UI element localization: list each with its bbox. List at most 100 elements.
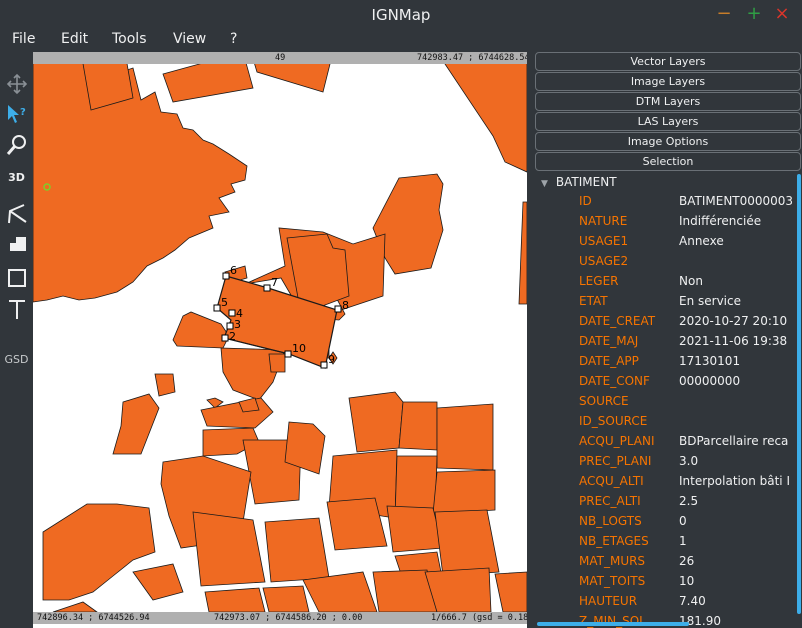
- layer-tree-node[interactable]: ▼ BATIMENT: [541, 175, 617, 189]
- vertex-handle[interactable]: [221, 334, 229, 342]
- attribute-row[interactable]: ETAT En service: [533, 291, 802, 311]
- attribute-row[interactable]: USAGE2: [533, 251, 802, 271]
- attribute-key: ETAT: [579, 294, 608, 308]
- attribute-row[interactable]: USAGE1 Annexe: [533, 231, 802, 251]
- building-polygon[interactable]: [192, 511, 266, 587]
- attribute-key: ID_SOURCE: [579, 414, 648, 428]
- attribute-key: ACQU_PLANI: [579, 434, 655, 448]
- image-options-button[interactable]: Image Options: [535, 132, 801, 151]
- map-canvas[interactable]: 2345678910: [33, 52, 527, 628]
- building-polygon[interactable]: [262, 585, 310, 613]
- vertex-label: 9: [328, 353, 335, 366]
- vertex-handle[interactable]: [226, 322, 234, 330]
- vector-layers-button[interactable]: Vector Layers: [535, 52, 801, 71]
- building-polygon[interactable]: [112, 393, 160, 455]
- building-polygon[interactable]: [264, 517, 330, 583]
- attribute-value: En service: [679, 294, 741, 308]
- collapse-arrow-icon[interactable]: ▼: [541, 179, 548, 189]
- horizontal-scrollbar[interactable]: [537, 622, 689, 626]
- attribute-value: 10: [679, 574, 695, 588]
- menu-help[interactable]: ?: [230, 31, 237, 47]
- building-polygon[interactable]: [238, 397, 260, 413]
- attribute-key: ACQU_ALTI: [579, 474, 644, 488]
- attribute-row[interactable]: ID_SOURCE: [533, 411, 802, 431]
- polyline-icon: [7, 203, 27, 223]
- vertex-handle[interactable]: [320, 361, 328, 369]
- attribute-row[interactable]: ID BATIMENT0000003: [533, 191, 802, 211]
- attribute-row[interactable]: SOURCE: [533, 391, 802, 411]
- building-polygon[interactable]: [268, 353, 286, 373]
- building-polygon[interactable]: [436, 52, 527, 173]
- attribute-tree[interactable]: ▼ BATIMENT ID BATIMENT0000003 NATURE Indiffé…: [533, 172, 802, 628]
- vertex-handle[interactable]: [228, 309, 236, 317]
- close-button[interactable]: ×: [774, 4, 790, 24]
- attribute-row[interactable]: PREC_ALTI 2.5: [533, 491, 802, 511]
- maximize-button[interactable]: +: [746, 4, 762, 24]
- attribute-row[interactable]: LEGER Non: [533, 271, 802, 291]
- draw-line-tool[interactable]: [3, 200, 30, 227]
- attribute-value: 26: [679, 554, 695, 568]
- vertex-label: 7: [271, 276, 278, 289]
- menu-file[interactable]: File: [12, 31, 35, 47]
- attribute-key: PREC_PLANI: [579, 454, 652, 468]
- attribute-key: PREC_ALTI: [579, 494, 641, 508]
- building-polygon[interactable]: [386, 505, 444, 553]
- building-polygon[interactable]: [436, 403, 494, 471]
- vertex-handle[interactable]: [213, 304, 221, 312]
- building-polygon[interactable]: [172, 311, 230, 349]
- dtm-layers-button[interactable]: DTM Layers: [535, 92, 801, 111]
- building-polygon[interactable]: [518, 201, 527, 305]
- building-polygon[interactable]: [42, 503, 156, 601]
- building-polygon[interactable]: [204, 587, 266, 613]
- attribute-value: Interpolation bâti I: [679, 474, 790, 488]
- building-polygon[interactable]: [494, 571, 527, 613]
- selection-button[interactable]: Selection: [535, 152, 801, 171]
- corner-icon: [9, 236, 26, 251]
- map-view[interactable]: 2 3 4 5 6 7 8 9 10 49 742983.47 ; 6744628.54 742…: [33, 52, 527, 628]
- attribute-row[interactable]: NB_LOGTS 0: [533, 511, 802, 531]
- text-tool[interactable]: [3, 295, 30, 322]
- attribute-row[interactable]: DATE_APP 17130101: [533, 351, 802, 371]
- attribute-row[interactable]: HAUTEUR 7.40: [533, 591, 802, 611]
- vertex-handle[interactable]: [334, 305, 342, 313]
- menu-tools[interactable]: Tools: [112, 31, 147, 47]
- zoom-tool[interactable]: [3, 131, 30, 158]
- gsd-tool[interactable]: GSD: [0, 346, 33, 373]
- minimize-button[interactable]: −: [716, 4, 732, 24]
- building-polygon[interactable]: [424, 567, 492, 613]
- attribute-row[interactable]: NB_ETAGES 1: [533, 531, 802, 551]
- las-layers-button[interactable]: LAS Layers: [535, 112, 801, 131]
- building-polygon[interactable]: [154, 373, 176, 397]
- vertex-label: 8: [342, 299, 349, 312]
- attribute-row[interactable]: PREC_PLANI 3.0: [533, 451, 802, 471]
- attribute-row[interactable]: ACQU_ALTI Interpolation bâti I: [533, 471, 802, 491]
- image-layers-button[interactable]: Image Layers: [535, 72, 801, 91]
- menu-view[interactable]: View: [173, 31, 206, 47]
- attribute-row[interactable]: DATE_CONF 00000000: [533, 371, 802, 391]
- vertical-scrollbar[interactable]: [797, 174, 801, 614]
- vertex-handle[interactable]: [222, 272, 230, 280]
- attribute-row[interactable]: MAT_MURS 26: [533, 551, 802, 571]
- svg-text:?: ?: [20, 107, 26, 118]
- building-polygon[interactable]: [52, 601, 99, 613]
- attribute-row[interactable]: MAT_TOITS 10: [533, 571, 802, 591]
- draw-rectangle-tool[interactable]: [3, 264, 30, 291]
- select-tool[interactable]: ?: [3, 100, 30, 127]
- vertex-handle[interactable]: [284, 350, 292, 358]
- building-polygon[interactable]: [432, 469, 496, 515]
- attribute-row[interactable]: NATURE Indifférenciée: [533, 211, 802, 231]
- vertex-handle[interactable]: [263, 284, 271, 292]
- move-arrows-icon: [6, 73, 27, 94]
- attribute-row[interactable]: DATE_MAJ 2021-11-06 19:38: [533, 331, 802, 351]
- menu-edit[interactable]: Edit: [61, 31, 88, 47]
- building-polygon[interactable]: [398, 401, 438, 451]
- building-polygon[interactable]: [434, 509, 500, 577]
- draw-angle-tool[interactable]: [3, 230, 30, 257]
- pan-tool[interactable]: [3, 70, 30, 97]
- building-polygon[interactable]: [348, 391, 404, 453]
- building-polygon[interactable]: [132, 563, 184, 601]
- attribute-row[interactable]: DATE_CREAT 2020-10-27 20:10: [533, 311, 802, 331]
- side-panel: Vector Layers Image Layers DTM Layers LA…: [533, 50, 802, 628]
- attribute-row[interactable]: ACQU_PLANI BDParcellaire reca: [533, 431, 802, 451]
- threed-tool[interactable]: 3D: [3, 164, 30, 191]
